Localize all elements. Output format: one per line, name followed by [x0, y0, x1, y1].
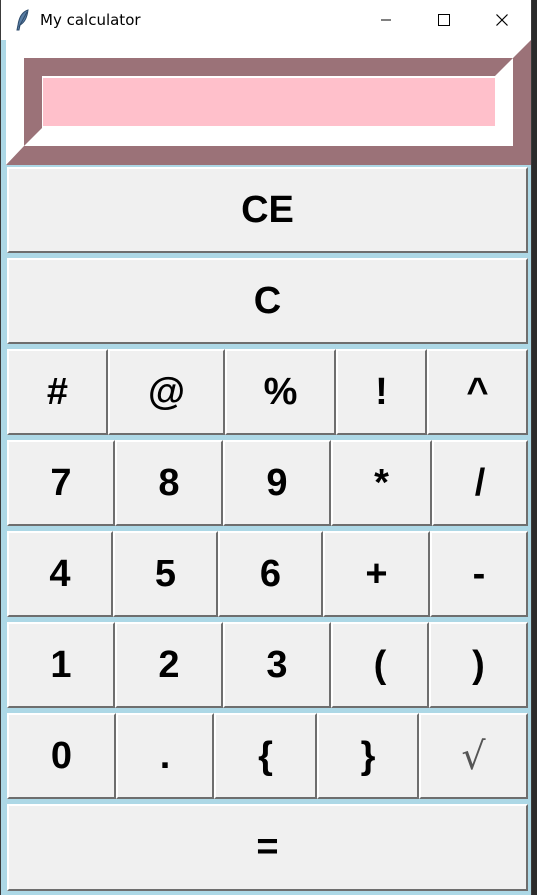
- digit-7-button[interactable]: 7: [7, 440, 115, 526]
- at-button[interactable]: @: [108, 349, 225, 435]
- digit-6-button[interactable]: 6: [218, 531, 323, 617]
- close-button[interactable]: [473, 0, 531, 40]
- decimal-button[interactable]: .: [116, 713, 214, 799]
- plus-button[interactable]: +: [323, 531, 430, 617]
- feather-icon: [15, 9, 31, 31]
- minimize-icon: [381, 19, 391, 21]
- display-input[interactable]: [43, 78, 495, 126]
- digit-4-button[interactable]: 4: [7, 531, 113, 617]
- digit-3-button[interactable]: 3: [223, 622, 331, 708]
- square-root-button[interactable]: √: [419, 713, 528, 799]
- factorial-button[interactable]: !: [336, 349, 427, 435]
- digit-0-button[interactable]: 0: [7, 713, 116, 799]
- clear-entry-button[interactable]: CE: [7, 167, 528, 253]
- multiply-button[interactable]: *: [331, 440, 432, 526]
- display-frame: [6, 40, 531, 165]
- open-paren-button[interactable]: (: [331, 622, 429, 708]
- equals-button[interactable]: =: [7, 804, 528, 891]
- maximize-button[interactable]: [415, 0, 473, 40]
- window-title: My calculator: [40, 11, 141, 29]
- open-brace-button[interactable]: {: [214, 713, 317, 799]
- digit-2-button[interactable]: 2: [115, 622, 223, 708]
- maximize-icon: [438, 14, 450, 26]
- title-bar[interactable]: My calculator: [1, 0, 531, 40]
- close-paren-button[interactable]: ): [429, 622, 528, 708]
- digit-1-button[interactable]: 1: [7, 622, 115, 708]
- digit-5-button[interactable]: 5: [113, 531, 218, 617]
- power-button[interactable]: ^: [427, 349, 528, 435]
- close-icon: [496, 14, 508, 26]
- hash-button[interactable]: #: [7, 349, 108, 435]
- percent-button[interactable]: %: [225, 349, 336, 435]
- digit-9-button[interactable]: 9: [223, 440, 331, 526]
- calculator-window: My calculator CE C # @ % ! ^ 7 8 9 * / 4…: [0, 0, 532, 895]
- close-brace-button[interactable]: }: [317, 713, 419, 799]
- clear-button[interactable]: C: [7, 258, 528, 344]
- digit-8-button[interactable]: 8: [115, 440, 223, 526]
- minimize-button[interactable]: [357, 0, 415, 40]
- minus-button[interactable]: -: [430, 531, 528, 617]
- divide-button[interactable]: /: [432, 440, 528, 526]
